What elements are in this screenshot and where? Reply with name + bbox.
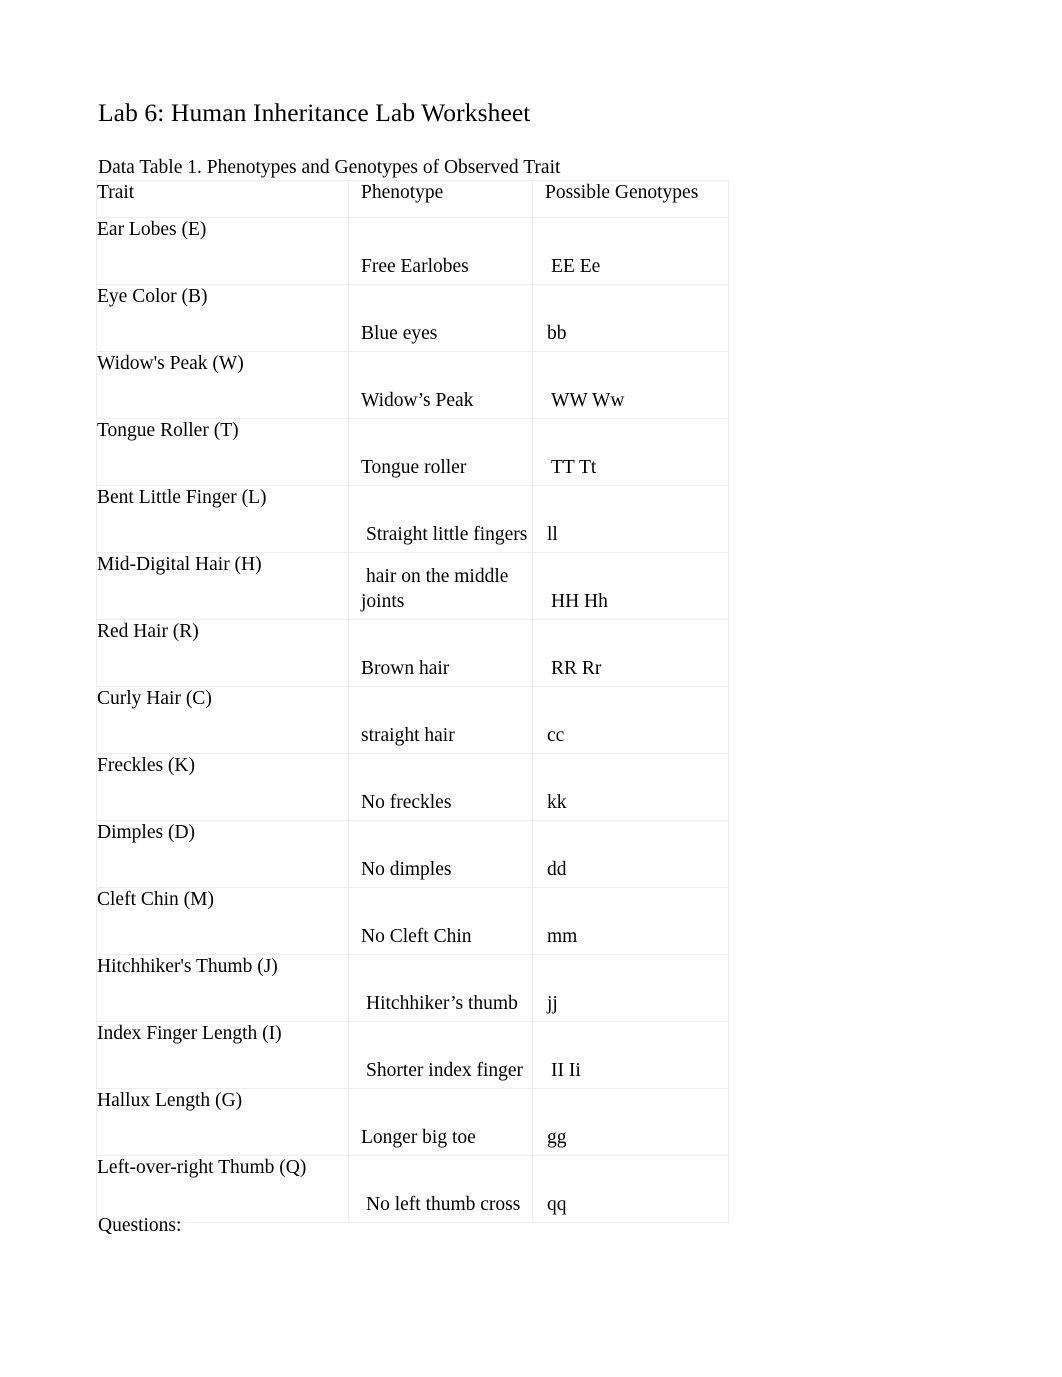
genotype-text: cc <box>547 725 565 746</box>
table-row: Hitchhiker's Thumb (J) Hitchhiker’s thumb… <box>96 954 729 1022</box>
cell-phenotype: Free Earlobes <box>348 217 533 285</box>
column-header-trait: Trait <box>96 180 349 218</box>
cell-possible-genotypes: cc <box>532 686 729 754</box>
column-header-possible-genotypes: Possible Genotypes <box>532 180 729 218</box>
phenotype-text: Free Earlobes <box>361 256 469 277</box>
cell-phenotype: No dimples <box>348 820 533 888</box>
phenotype-text: No Cleft Chin <box>361 926 472 947</box>
cell-phenotype: Hitchhiker’s thumb <box>348 954 533 1022</box>
cell-trait: Index Finger Length (I) <box>96 1021 349 1089</box>
table-row: Dimples (D) No dimples dd <box>96 820 729 888</box>
table-caption: Data Table 1. Phenotypes and Genotypes o… <box>98 157 561 178</box>
table-row: Tongue Roller (T) Tongue roller TT Tt <box>96 418 729 486</box>
phenotype-text: Blue eyes <box>361 323 438 344</box>
cell-phenotype: Tongue roller <box>348 418 533 486</box>
phenotype-text: Tongue roller <box>361 457 467 478</box>
table-row: Hallux Length (G) Longer big toe gg <box>96 1088 729 1156</box>
phenotype-text: hair on the middle joints <box>361 566 509 612</box>
document-page: Lab 6: Human Inheritance Lab Worksheet D… <box>0 0 1062 1377</box>
phenotype-text: Brown hair <box>361 658 450 679</box>
phenotype-text: Shorter index finger <box>366 1060 524 1081</box>
cell-possible-genotypes: mm <box>532 887 729 955</box>
genotype-text: ll <box>547 524 558 545</box>
cell-phenotype: Widow’s Peak <box>348 351 533 419</box>
genotype-text: bb <box>547 323 567 344</box>
cell-possible-genotypes: II Ii <box>532 1021 729 1089</box>
cell-trait: Tongue Roller (T) <box>96 418 349 486</box>
page-title: Lab 6: Human Inheritance Lab Worksheet <box>98 98 531 127</box>
questions-label: Questions: <box>98 1213 186 1239</box>
cell-possible-genotypes: gg <box>532 1088 729 1156</box>
table-row: Cleft Chin (M) No Cleft Chin mm <box>96 887 729 955</box>
cell-phenotype: No Cleft Chin <box>348 887 533 955</box>
phenotype-genotype-table: Trait Phenotype Possible Genotypes Ear L… <box>96 180 729 1223</box>
phenotype-text: Longer big toe <box>361 1127 476 1148</box>
cell-possible-genotypes: jj <box>532 954 729 1022</box>
phenotype-text: No dimples <box>361 859 452 880</box>
cell-possible-genotypes: dd <box>532 820 729 888</box>
cell-phenotype: No freckles <box>348 753 533 821</box>
cell-phenotype: Longer big toe <box>348 1088 533 1156</box>
cell-possible-genotypes: RR Rr <box>532 619 729 687</box>
table-row: Red Hair (R) Brown hair RR Rr <box>96 619 729 687</box>
cell-phenotype: Straight little fingers <box>348 485 533 553</box>
table-header-row: Trait Phenotype Possible Genotypes <box>96 180 729 218</box>
cell-trait: Curly Hair (C) <box>96 686 349 754</box>
table-row: Left-over-right Thumb (Q) No left thumb c… <box>96 1155 729 1223</box>
genotype-text: WW Ww <box>551 390 625 411</box>
cell-trait: Bent Little Finger (L) <box>96 485 349 553</box>
phenotype-text: Straight little fingers <box>366 524 528 545</box>
cell-possible-genotypes: HH Hh <box>532 552 729 620</box>
table-body: Ear Lobes (E) Free Earlobes EE Ee Eye Color… <box>96 217 729 1223</box>
column-header-phenotype: Phenotype <box>348 180 533 218</box>
cell-possible-genotypes: qq <box>532 1155 729 1223</box>
cell-possible-genotypes: EE Ee <box>532 217 729 285</box>
genotype-text: mm <box>547 926 578 947</box>
genotype-text: II Ii <box>551 1060 581 1081</box>
genotype-text: kk <box>547 792 567 813</box>
table-row: Index Finger Length (I) Shorter index fin… <box>96 1021 729 1089</box>
cell-trait: Eye Color (B) <box>96 284 349 352</box>
genotype-text: qq <box>547 1194 567 1215</box>
cell-trait: Mid-Digital Hair (H) <box>96 552 349 620</box>
table-row: Eye Color (B) Blue eyes bb <box>96 284 729 352</box>
genotype-text: EE Ee <box>551 256 601 277</box>
phenotype-text: No left thumb cross <box>366 1194 521 1215</box>
genotype-text: dd <box>547 859 567 880</box>
cell-trait: Hitchhiker's Thumb (J) <box>96 954 349 1022</box>
genotype-text: HH Hh <box>551 591 608 612</box>
cell-phenotype: hair on the middle joints <box>348 552 533 620</box>
cell-phenotype: straight hair <box>348 686 533 754</box>
cell-trait: Ear Lobes (E) <box>96 217 349 285</box>
table-row: Widow's Peak (W) Widow’s Peak WW Ww <box>96 351 729 419</box>
table-row: Freckles (K) No freckles kk <box>96 753 729 821</box>
cell-possible-genotypes: kk <box>532 753 729 821</box>
cell-possible-genotypes: ll <box>532 485 729 553</box>
cell-trait: Cleft Chin (M) <box>96 887 349 955</box>
table-row: Bent Little Finger (L) Straight little fi… <box>96 485 729 553</box>
cell-trait: Red Hair (R) <box>96 619 349 687</box>
table-row: Curly Hair (C) straight hair cc <box>96 686 729 754</box>
cell-trait: Hallux Length (G) <box>96 1088 349 1156</box>
cell-possible-genotypes: TT Tt <box>532 418 729 486</box>
cell-possible-genotypes: bb <box>532 284 729 352</box>
cell-phenotype: Brown hair <box>348 619 533 687</box>
phenotype-text: Widow’s Peak <box>361 390 474 411</box>
cell-trait: Dimples (D) <box>96 820 349 888</box>
table-row: Mid-Digital Hair (H) hair on the middle j… <box>96 552 729 620</box>
phenotype-text: Hitchhiker’s thumb <box>366 993 518 1014</box>
genotype-text: RR Rr <box>551 658 602 679</box>
phenotype-text: straight hair <box>361 725 455 746</box>
genotype-text: gg <box>547 1127 567 1148</box>
phenotype-text: No freckles <box>361 792 452 813</box>
cell-trait: Widow's Peak (W) <box>96 351 349 419</box>
table-row: Ear Lobes (E) Free Earlobes EE Ee <box>96 217 729 285</box>
cell-phenotype: Shorter index finger <box>348 1021 533 1089</box>
genotype-text: jj <box>547 993 558 1014</box>
cell-possible-genotypes: WW Ww <box>532 351 729 419</box>
cell-trait: Freckles (K) <box>96 753 349 821</box>
cell-phenotype: Blue eyes <box>348 284 533 352</box>
genotype-text: TT Tt <box>551 457 597 478</box>
cell-phenotype: No left thumb cross <box>348 1155 533 1223</box>
